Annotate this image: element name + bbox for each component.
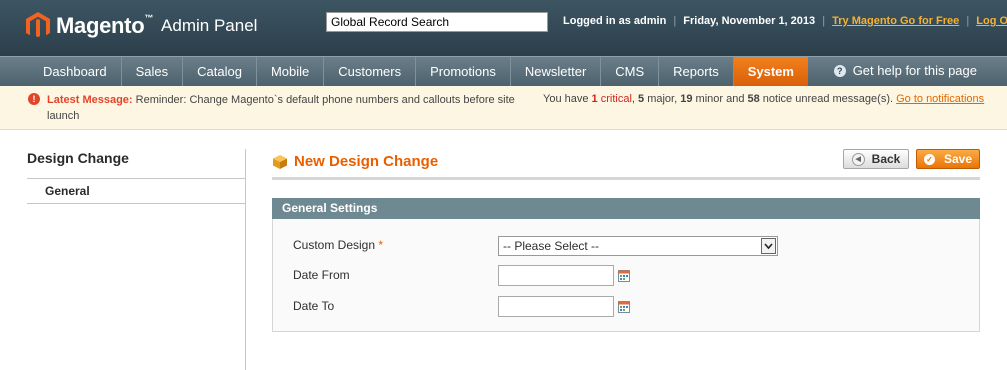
separator: | [822,15,826,27]
required-marker: * [378,238,384,252]
divider [272,177,980,180]
page-header: New Design Change [272,153,438,170]
global-search-input[interactable] [326,12,548,32]
nav-reports[interactable]: Reports [659,57,734,86]
date-from-input[interactable] [498,265,614,286]
date-to-label: Date To [293,299,335,313]
separator: | [966,15,970,27]
magento-logo-icon [26,12,50,38]
calendar-icon[interactable] [618,301,630,313]
nav-sales[interactable]: Sales [122,57,184,86]
header: Magento™ Admin Panel Logged in as admin … [0,0,1007,56]
save-button-label: Save [943,152,973,166]
date-from-label: Date From [293,268,350,282]
go-to-notifications-link[interactable]: Go to notifications [896,93,984,105]
minor-count: 19 [680,93,693,105]
latest-message-label: Latest Message: [47,94,133,106]
notice-label: notice unread message(s). [759,93,894,105]
nav-dashboard[interactable]: Dashboard [29,57,122,86]
custom-design-label: Custom Design * [293,238,383,252]
sidebar-item-general[interactable]: General [45,184,90,198]
help-link[interactable]: ? Get help for this page [833,57,977,84]
arrow-left-icon: ◀ [851,152,865,166]
nav-cms[interactable]: CMS [601,57,660,86]
minor-label: minor and [692,93,748,105]
page-title: New Design Change [294,153,439,170]
back-button[interactable]: ◀ Back [843,149,909,169]
nav-mobile[interactable]: Mobile [257,57,325,86]
custom-design-label-text: Custom Design [293,238,376,252]
checkmark-icon: ✓ [923,153,935,165]
magento-logo[interactable]: Magento™ Admin Panel [26,12,257,40]
help-link-label: Get help for this page [852,63,977,78]
calendar-icon[interactable] [618,270,630,282]
nav-customers[interactable]: Customers [324,57,417,86]
nav-system[interactable]: System [733,57,808,86]
back-button-label: Back [871,152,901,166]
chevron-down-icon [761,238,776,254]
help-icon: ? [833,64,846,77]
nav-promotions[interactable]: Promotions [416,57,511,86]
brand-subtitle: Admin Panel [161,16,258,35]
divider [27,178,246,179]
save-button[interactable]: ✓ Save [916,149,980,169]
try-magento-go-link[interactable]: Try Magento Go for Free [832,15,959,27]
critical-count: 1 [591,93,598,105]
fieldset-title: General Settings [272,198,980,219]
alert-icon: ! [28,93,40,105]
logged-in-text: Logged in as admin [563,15,667,27]
sidebar-divider [245,149,246,370]
custom-design-selected-value: -- Please Select -- [503,239,600,253]
box-icon [273,154,287,169]
summary-prefix: You have [543,93,592,105]
notification-summary: You have 1 critical, 5 major, 19 minor a… [543,93,985,105]
latest-message: Latest Message: Reminder: Change Magento… [47,92,527,124]
brand-name: Magento™ [56,13,154,38]
separator: | [673,15,677,27]
header-date: Friday, November 1, 2013 [683,15,816,27]
message-bar: ! Latest Message: Reminder: Change Magen… [0,86,1007,130]
critical-label: critical [600,93,632,105]
notice-count: 58 [747,93,760,105]
header-user-bar: Logged in as admin | Friday, November 1,… [563,15,1007,27]
nav-catalog[interactable]: Catalog [183,57,257,86]
divider [27,203,246,204]
nav-newsletter[interactable]: Newsletter [511,57,602,86]
sidebar-title: Design Change [27,150,129,166]
major-label: major, [644,93,681,105]
logout-link[interactable]: Log Out [976,15,1007,27]
date-to-input[interactable] [498,296,614,317]
custom-design-select[interactable]: -- Please Select -- [498,236,778,256]
main-nav: Dashboard Sales Catalog Mobile Customers… [0,56,1007,86]
